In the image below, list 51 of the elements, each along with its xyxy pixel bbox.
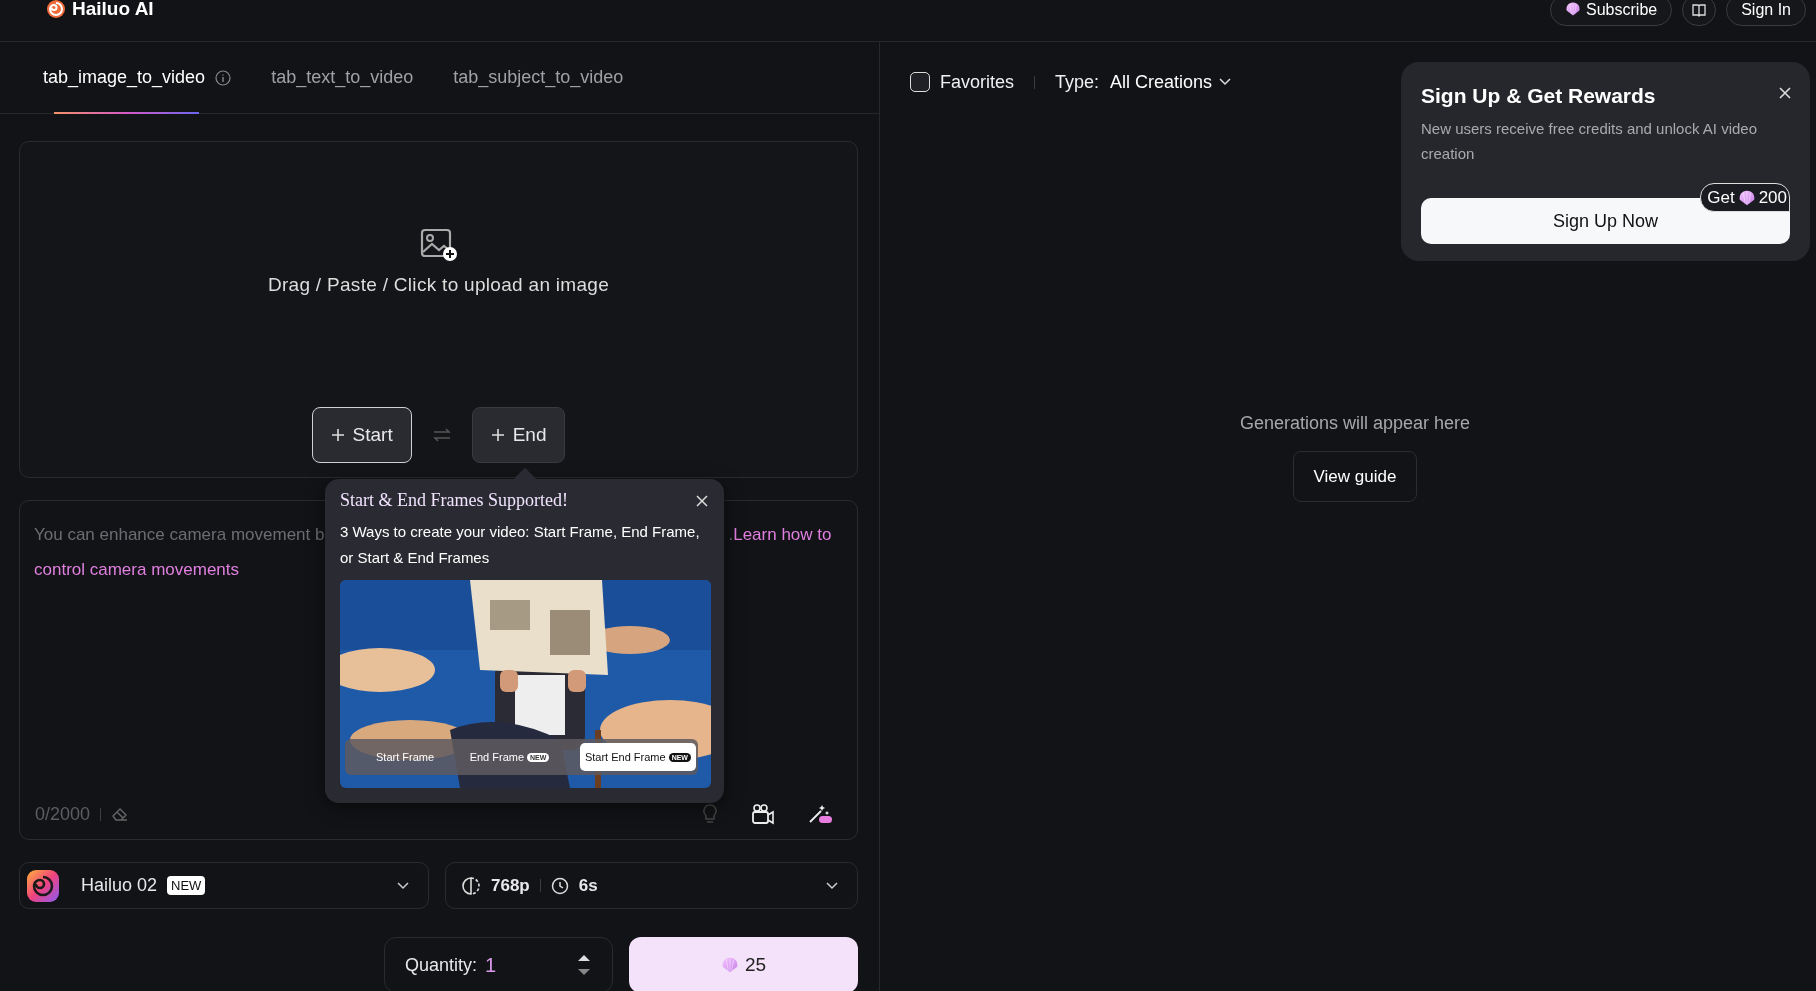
signup-title: Sign Up & Get Rewards xyxy=(1421,84,1656,108)
placeholder-text: . xyxy=(728,524,734,546)
tab[interactable]: tab_text_to_video xyxy=(271,42,414,113)
plus-icon xyxy=(490,428,505,442)
placeholder-text: You can enhance camera movement b xyxy=(34,524,325,546)
chevron-down-icon xyxy=(1218,77,1233,87)
movie-camera-icon[interactable] xyxy=(751,803,775,825)
model-select[interactable]: Hailuo 02 NEW xyxy=(19,862,429,909)
upload-area[interactable]: Drag / Paste / Click to upload an image Start End xyxy=(19,141,858,478)
settings-select[interactable]: 768p 6s xyxy=(445,862,858,909)
chevron-down-icon xyxy=(825,880,839,891)
close-icon[interactable] xyxy=(1778,86,1792,100)
empty-message: Generations will appear here xyxy=(1239,413,1471,434)
bonus-badge: Get 200 xyxy=(1700,183,1790,212)
close-icon[interactable] xyxy=(695,493,709,508)
resolution-icon xyxy=(461,875,481,896)
view-guide-button[interactable]: View guide xyxy=(1292,451,1418,502)
logo-icon xyxy=(46,0,66,19)
type-dropdown[interactable]: All Creations xyxy=(1110,71,1233,93)
spiral-logo-icon xyxy=(27,869,59,902)
book-button[interactable] xyxy=(1682,0,1717,26)
favorites-label: Favorites xyxy=(940,71,1015,93)
subscribe-button[interactable]: Subscribe xyxy=(1550,0,1673,26)
shell-icon xyxy=(1565,1,1582,17)
plus-icon xyxy=(330,428,345,442)
book-icon xyxy=(1691,2,1708,18)
character-counter: 0/2000 xyxy=(35,803,91,825)
clock-icon xyxy=(550,876,569,895)
swap-icon xyxy=(431,427,452,443)
sign-in-button[interactable]: Sign In xyxy=(1726,0,1806,26)
checkbox[interactable] xyxy=(910,72,930,92)
upload-hint: Drag / Paste / Click to upload an image xyxy=(267,274,610,296)
camera-guide-link[interactable]: Learn how to xyxy=(733,517,832,552)
camera-guide-link[interactable]: control camera movements xyxy=(34,552,240,587)
tab[interactable]: tab_image_to_video xyxy=(43,42,232,113)
eraser-icon[interactable] xyxy=(111,806,130,822)
shell-icon xyxy=(720,956,739,974)
magic-wand-icon[interactable] xyxy=(807,803,833,825)
shell-icon xyxy=(1737,188,1756,207)
generate-button[interactable]: 25 xyxy=(629,937,858,991)
popover-text: 3 Ways to create your video: Start Frame, End Frame, or Start & End Frames xyxy=(340,522,701,568)
frame-button[interactable]: End xyxy=(471,407,566,463)
image-add-icon xyxy=(419,228,458,262)
chevron-down-icon xyxy=(396,880,410,891)
type-label: Type: xyxy=(1055,71,1100,93)
tab[interactable]: tab_subject_to_video xyxy=(453,42,624,113)
mode-option[interactable]: Start Frame xyxy=(371,743,440,771)
logo-text: Hailuo AI xyxy=(72,0,154,20)
frame-button[interactable]: Start xyxy=(311,407,412,463)
signup-text: New users receive free credits and unlock AI video creation xyxy=(1421,119,1758,164)
new-badge: NEW xyxy=(167,876,206,895)
